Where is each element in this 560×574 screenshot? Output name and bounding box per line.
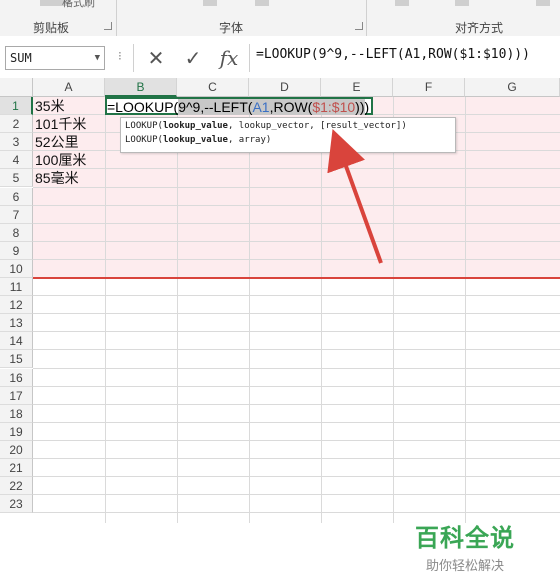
watermark-subtitle: 助你轻松解决 (425, 559, 504, 574)
insert-function-icon[interactable]: fx (216, 45, 242, 71)
ribbon-button-stub[interactable] (455, 0, 469, 6)
ribbon-separator (116, 0, 117, 36)
enter-check-icon[interactable]: ✓ (180, 45, 206, 71)
alignment-group-label: 对齐方式 (455, 21, 504, 35)
red-arrow-annotation (327, 128, 383, 264)
font-launcher-icon[interactable] (355, 22, 363, 30)
clipboard-launcher-icon[interactable] (104, 22, 112, 30)
name-box[interactable]: SUM ▼ (5, 46, 105, 70)
formula-input[interactable]: =LOOKUP(9^9,--LEFT(A1,ROW($1:$10))) (256, 47, 530, 62)
font-group-label: 字体 (219, 21, 244, 35)
ribbon: 格式刷 剪贴板 字体 对齐方式 (0, 0, 560, 37)
more-options-icon[interactable]: ⁝ (118, 49, 122, 63)
ribbon-button-stub[interactable] (536, 0, 550, 6)
ribbon-button-stub[interactable] (203, 0, 217, 6)
cancel-icon[interactable]: ✕ (143, 45, 169, 71)
formula-separator (249, 44, 250, 72)
name-box-value: SUM (10, 51, 32, 65)
watermark: 百科全说 助你轻松解决 (400, 518, 530, 574)
clipboard-group-label: 剪贴板 (33, 21, 70, 35)
worksheet: ABCDEFG 1 2 3 4 5 6 7 8 9 10 11 12 13 14 15 16 17 18 19 20 2… (0, 78, 560, 574)
watermark-title: 百科全说 (415, 524, 515, 552)
ribbon-button-stub[interactable] (255, 0, 269, 6)
ribbon-separator (366, 0, 367, 36)
formula-bar: SUM ▼ ⁝ ✕ ✓ fx =LOOKUP(9^9,--LEFT(A1,ROW… (0, 36, 560, 79)
ribbon-button-stub[interactable] (395, 0, 409, 6)
formula-separator (133, 44, 134, 72)
chevron-down-icon[interactable]: ▼ (91, 47, 100, 69)
format-painter-label[interactable]: 格式刷 (62, 0, 95, 10)
